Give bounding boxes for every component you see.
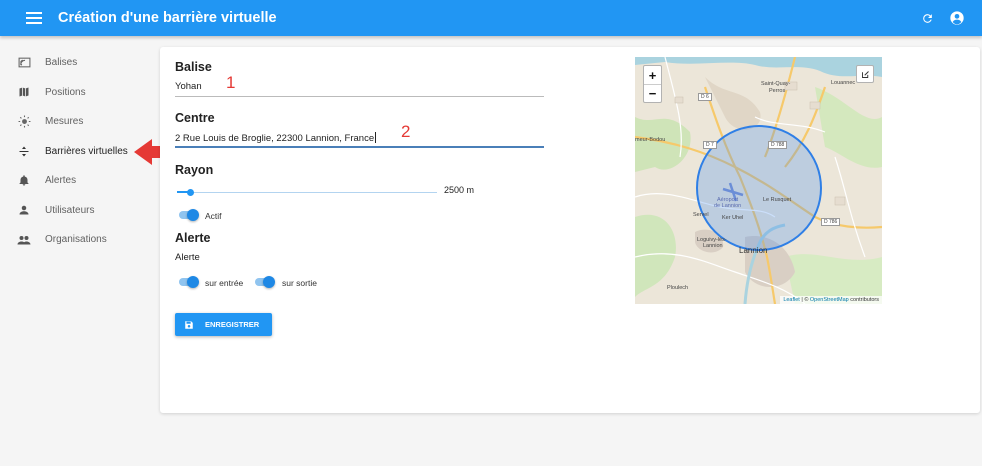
attribution-separator: | © xyxy=(799,297,810,303)
account-circle-icon[interactable] xyxy=(944,5,970,31)
bell-icon xyxy=(17,174,31,188)
road-tag: D 786 xyxy=(821,218,841,226)
sidebar-item-label: Organisations xyxy=(45,234,107,246)
people-icon xyxy=(17,233,31,247)
sun-icon xyxy=(17,115,31,129)
actif-toggle[interactable] xyxy=(177,209,199,221)
sidebar-item-label: Utilisateurs xyxy=(45,204,95,216)
sur-sortie-toggle[interactable] xyxy=(253,276,275,288)
map-label: Saint-Quay- xyxy=(761,81,791,87)
map-label: Perros xyxy=(769,88,786,94)
slider-thumb[interactable] xyxy=(186,189,194,196)
balise-underline xyxy=(175,96,544,97)
save-button-label: ENREGISTRER xyxy=(205,320,260,329)
alerte-subtitle: Alerte xyxy=(175,252,200,263)
map-label: Ploulech xyxy=(667,285,689,291)
map-label: de Lannion xyxy=(714,203,742,209)
map-attribution: Leaflet | © OpenStreetMap contributors xyxy=(780,296,882,304)
person-icon xyxy=(17,203,31,217)
rayon-label: Rayon xyxy=(175,163,214,177)
centre-label: Centre xyxy=(175,111,215,125)
balise-label: Balise xyxy=(175,60,212,74)
map-label: Ker Uhel xyxy=(722,215,744,221)
sidebar-nav: Balises Positions Mesures Barrières virt… xyxy=(0,48,150,255)
actif-label: Actif xyxy=(205,211,222,221)
rayon-value: 2500 m xyxy=(444,185,475,195)
sur-entree-toggle[interactable] xyxy=(177,276,199,288)
centre-input-value: 2 Rue Louis de Broglie, 22300 Lannion, F… xyxy=(175,133,375,144)
draw-button[interactable] xyxy=(856,65,874,83)
sur-entree-label: sur entrée xyxy=(205,278,244,288)
edit-square-icon xyxy=(861,70,869,78)
toggle-knob xyxy=(187,276,199,288)
sidebar-item-utilisateurs[interactable]: Utilisateurs xyxy=(0,196,150,226)
sidebar-item-label: Alertes xyxy=(45,175,77,187)
road-tag: D 788 xyxy=(768,141,788,149)
sidebar-item-label: Barrières virtuelles xyxy=(45,145,128,157)
sidebar-item-positions[interactable]: Positions xyxy=(0,78,150,108)
cell-tower-icon xyxy=(17,56,31,70)
slider-rail xyxy=(177,192,437,193)
callout-number: 2 xyxy=(401,122,411,141)
sidebar-item-mesures[interactable]: Mesures xyxy=(0,107,150,137)
sidebar-item-alertes[interactable]: Alertes xyxy=(0,166,150,196)
text-caret xyxy=(375,132,377,143)
save-button[interactable]: ENREGISTRER xyxy=(175,313,272,336)
menu-icon[interactable] xyxy=(26,12,42,24)
centre-input[interactable]: 2 Rue Louis de Broglie, 22300 Lannion, F… xyxy=(175,132,377,144)
sidebar-item-label: Balises xyxy=(45,57,78,69)
map-label: Le Rusquet xyxy=(763,197,792,203)
zoom-in-button[interactable]: + xyxy=(644,66,661,84)
map-city-label: Lannion xyxy=(739,246,768,255)
refresh-icon[interactable] xyxy=(914,5,940,31)
sidebar-item-balises[interactable]: Balises xyxy=(0,48,150,78)
zoom-control: + − xyxy=(643,65,662,103)
sidebar-item-label: Positions xyxy=(45,86,86,98)
balise-input[interactable]: Yohan xyxy=(175,81,202,92)
map-label: meur-Bodou xyxy=(635,137,666,143)
app-bar-actions xyxy=(914,5,970,31)
map-tiles xyxy=(635,57,882,304)
callout-number: 1 xyxy=(226,73,236,92)
floppy-disk-icon xyxy=(185,320,193,329)
map-view[interactable]: Saint-Quay- Perros Louannec meur-Bodou A… xyxy=(635,57,882,304)
zoom-out-button[interactable]: − xyxy=(644,84,661,102)
sidebar-item-barrieres-virtuelles[interactable]: Barrières virtuelles xyxy=(0,137,150,167)
app-bar: Création d'une barrière virtuelle xyxy=(0,0,982,36)
centre-underline xyxy=(175,146,544,148)
rayon-slider[interactable] xyxy=(177,188,437,198)
sidebar-item-label: Mesures xyxy=(45,116,84,128)
map-label: Louannec xyxy=(831,80,856,86)
attribution-suffix: contributors xyxy=(848,297,879,303)
toggle-knob xyxy=(187,209,199,221)
page-title: Création d'une barrière virtuelle xyxy=(58,10,277,26)
toggle-knob xyxy=(263,276,275,288)
sidebar-item-organisations[interactable]: Organisations xyxy=(0,225,150,255)
road-tag: D 6 xyxy=(698,93,712,101)
leaflet-link[interactable]: Leaflet xyxy=(783,297,800,303)
map-label: Lannion xyxy=(703,243,723,249)
form-card: Balise Yohan 1 Centre 2 Rue Louis de Bro… xyxy=(160,47,980,413)
sur-sortie-label: sur sortie xyxy=(282,278,317,288)
fence-icon xyxy=(17,144,31,158)
osm-link[interactable]: OpenStreetMap xyxy=(810,297,849,303)
alerte-heading: Alerte xyxy=(175,231,211,245)
road-tag: D 7 xyxy=(703,141,717,149)
map-icon xyxy=(17,85,31,99)
map-label: Servel xyxy=(693,212,709,218)
